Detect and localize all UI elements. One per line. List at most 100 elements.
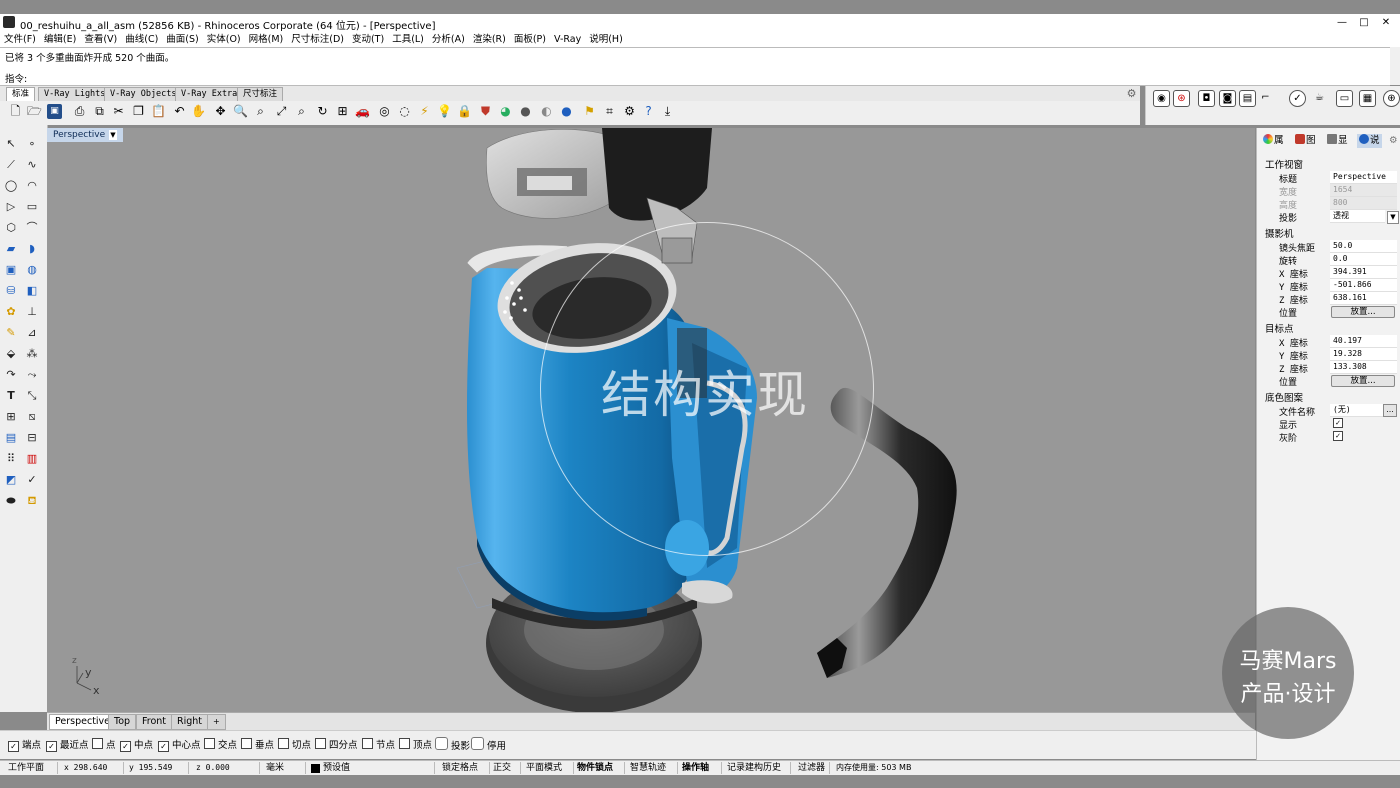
tab-right[interactable]: Right [171,714,209,730]
trim-icon[interactable]: ✎ [3,325,19,341]
zoom-selected-icon[interactable]: ⌕ [294,104,309,119]
menu-transform[interactable]: 变动(T) [348,32,388,47]
menu-vray[interactable]: V-Ray [550,32,585,47]
polyline-icon[interactable]: ⟋ [3,157,19,173]
dimension-icon[interactable]: ⤡ [24,388,40,404]
split-icon[interactable]: ⊥ [24,304,40,320]
prop-value-projection[interactable]: 透视 [1330,210,1385,223]
mesh-icon[interactable]: ✿ [3,304,19,320]
osnap-point-checkbox[interactable] [92,738,103,749]
osnap-near[interactable]: ✓ 最近点 [46,737,89,752]
text-icon[interactable]: T [3,388,19,404]
boolean-icon[interactable]: ◍ [24,262,40,278]
osnap-near-checkbox[interactable]: ✓ [46,741,57,752]
panel-tab-layers[interactable]: 图 [1293,134,1318,148]
osnap-mid-checkbox[interactable]: ✓ [120,741,131,752]
options-icon[interactable]: ▤ [1239,90,1256,107]
copy-icon[interactable]: ❐ [131,104,146,119]
rotate-view-icon[interactable]: ✥ [213,104,228,119]
circle-icon[interactable]: ◯ [3,178,19,194]
prop-value-lens[interactable]: 50.0 [1330,240,1397,253]
zoom-extents-icon[interactable]: ⤢ [274,104,289,119]
menu-edit[interactable]: 编辑(E) [40,32,80,47]
undo-view-icon[interactable]: ↻ [315,104,330,119]
osnap-quad-checkbox[interactable] [315,738,326,749]
cylinder-icon[interactable]: ⛁ [3,283,19,299]
osnap-point[interactable]: 点 [92,737,116,751]
prop-value-camera-y[interactable]: -501.866 [1330,279,1397,292]
osnap-project[interactable]: 投影 [435,737,470,752]
web-globe-icon[interactable]: ⊕ [1383,90,1400,107]
surface-icon[interactable]: ▰ [3,241,19,257]
tab-front[interactable]: Front [136,714,173,730]
pan-hand-icon[interactable]: ✋ [191,104,206,119]
grid-icon[interactable]: ⊟ [24,430,40,446]
light-bulb-icon[interactable]: 💡 [437,104,452,119]
menu-mesh[interactable]: 网格(M) [245,32,288,47]
close-button[interactable]: ✕ [1376,16,1396,29]
solid-box-icon[interactable]: ▣ [3,262,19,278]
render-sphere-icon[interactable]: ● [518,104,533,119]
status-filter[interactable]: 过滤器 [798,762,830,774]
rectangle-icon[interactable]: ▷ [3,199,19,215]
prop-value-target-y[interactable]: 19.328 [1330,348,1397,361]
browse-file-button[interactable]: ... [1383,404,1397,417]
osnap-intersection[interactable]: 交点 [204,737,237,751]
prop-value-title[interactable]: Perspective [1330,171,1397,184]
hatch-icon[interactable]: ⧅ [24,409,40,425]
panel-tab-properties[interactable]: 属 [1261,134,1286,148]
osnap-end[interactable]: ✓ 端点 [8,737,41,752]
new-file-icon[interactable]: 🗋 [8,104,23,119]
prop-value-target-z[interactable]: 133.308 [1330,361,1397,374]
minimize-button[interactable]: — [1332,16,1352,29]
camera-icon[interactable]: ◘ [1198,90,1215,107]
analyze-icon[interactable]: ◩ [3,472,19,488]
menu-tools[interactable]: 工具(L) [388,32,428,47]
prop-value-camera-x[interactable]: 394.391 [1330,266,1397,279]
menu-view[interactable]: 查看(V) [80,32,121,47]
menu-panels[interactable]: 面板(P) [510,32,550,47]
osnap-vertex[interactable]: 顶点 [399,737,432,751]
prop-value-filename[interactable]: (无) [1330,404,1383,417]
render-view-icon[interactable]: ◉ [1153,90,1170,107]
osnap-perpendicular[interactable]: 垂点 [241,737,274,751]
prop-value-rotation[interactable]: 0.0 [1330,253,1397,266]
tab-vray-extra[interactable]: V-Ray Extra [175,87,244,101]
tab-vray-objects[interactable]: V-Ray Objects [104,87,183,101]
osnap-center-checkbox[interactable]: ✓ [158,741,169,752]
menu-render[interactable]: 渲染(R) [469,32,510,47]
undo-icon[interactable]: ↶ [172,104,187,119]
grayscale-checkbox[interactable]: ✓ [1333,431,1343,441]
dot-grid-icon[interactable]: ⠿ [3,451,19,467]
osnap-knot[interactable]: 节点 [362,737,395,751]
toolbar-more-icon[interactable]: ⤓ [660,104,675,119]
array-icon[interactable]: ⊞ [3,409,19,425]
osnap-knot-checkbox[interactable] [362,738,373,749]
status-osnap[interactable]: 物件锁点 [577,762,625,774]
panel-tab-display[interactable]: 显 [1325,134,1350,148]
select-arrow-icon[interactable]: ↖ [3,136,19,152]
environment-sphere-icon[interactable]: ● [559,104,574,119]
osnap-quad[interactable]: 四分点 [315,737,358,751]
polygon-icon[interactable]: ⬡ [3,220,19,236]
command-scrollbar[interactable] [1390,47,1400,85]
offset-icon[interactable]: ↷ [3,367,19,383]
status-cplane[interactable]: 工作平面 [8,762,58,774]
lock-icon[interactable]: 🔒 [457,104,472,119]
status-ortho[interactable]: 正交 [493,762,521,774]
paint-bucket-icon[interactable]: ⛾ [24,493,40,509]
import-icon[interactable]: ⧉ [92,104,107,119]
add-viewport-tab-button[interactable]: + [207,714,226,730]
tab-vray-lights[interactable]: V-Ray Lights [38,87,112,101]
zoom-icon[interactable]: 🔍 [233,104,248,119]
tab-standard[interactable]: 标准 [6,87,36,101]
tab-top[interactable]: Top [108,714,137,730]
frame-buffer-icon[interactable]: ◙ [1219,90,1236,107]
panel-tab-help[interactable]: 说 [1357,134,1382,148]
osnap-mid[interactable]: ✓ 中点 [120,737,153,752]
menu-curve[interactable]: 曲线(C) [121,32,162,47]
fillet-curve-icon[interactable]: ⌒ [24,220,40,236]
osnap-intersection-checkbox[interactable] [204,738,215,749]
four-viewports-icon[interactable]: ⊞ [335,104,350,119]
material-sphere-icon[interactable]: ◐ [539,104,554,119]
